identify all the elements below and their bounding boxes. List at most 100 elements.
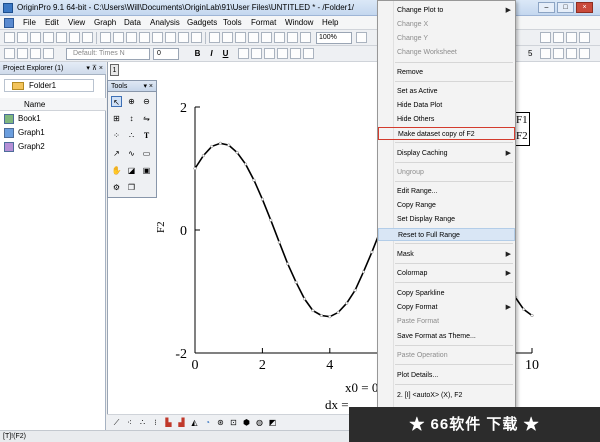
x-axis-label-line2[interactable]: dx = — [325, 397, 349, 412]
new-workbook-icon[interactable] — [17, 32, 28, 43]
pie-chart-icon[interactable]: ◔ — [202, 418, 213, 428]
data-point[interactable] — [210, 144, 214, 148]
zoom-out-toolbar-icon[interactable] — [300, 32, 311, 43]
data-point[interactable] — [244, 162, 248, 166]
data-point[interactable] — [336, 310, 340, 314]
screen-reader-icon[interactable]: ⊞ — [111, 113, 122, 124]
line-plot-icon[interactable]: ⟋ — [111, 418, 122, 428]
y-axis-label[interactable]: F2 — [155, 221, 167, 233]
fit-page-icon[interactable] — [356, 32, 367, 43]
surface-plot-icon[interactable]: ◩ — [267, 418, 278, 428]
data-point[interactable] — [235, 150, 239, 155]
new-notes-icon[interactable] — [82, 32, 93, 43]
subscript-icon[interactable] — [251, 48, 262, 59]
align-icon[interactable] — [303, 48, 314, 59]
line-symbol-plot-icon[interactable]: ∴ — [137, 418, 148, 428]
menu-edit-range[interactable]: Edit Range... — [378, 185, 515, 198]
data-point[interactable] — [530, 313, 534, 318]
data-point[interactable] — [345, 301, 349, 305]
hand-icon[interactable]: ✋ — [111, 165, 122, 176]
zoom-combo[interactable]: 100% — [316, 32, 352, 44]
menu-view[interactable]: View — [68, 18, 85, 27]
text-icon[interactable]: T — [141, 130, 152, 141]
data-reader-icon[interactable]: ↕ — [126, 113, 137, 124]
menu-remove[interactable]: Remove — [378, 66, 515, 79]
menu-tools[interactable]: Tools — [223, 18, 242, 27]
fill-color-icon[interactable] — [553, 48, 564, 59]
batch-plot-icon[interactable] — [235, 32, 246, 43]
new-layout-icon[interactable] — [69, 32, 80, 43]
import-icon[interactable] — [165, 32, 176, 43]
menu-set-as-active[interactable]: Set as Active — [378, 85, 515, 98]
menu-format[interactable]: Format — [251, 18, 276, 27]
pointer-icon[interactable]: ↖ — [111, 96, 122, 107]
menu-window[interactable]: Window — [285, 18, 313, 27]
rectangle-icon[interactable]: ▭ — [141, 148, 152, 159]
menu-data[interactable]: Data — [124, 18, 141, 27]
document-menu-icon[interactable] — [4, 18, 14, 28]
data-point[interactable] — [201, 154, 205, 158]
data-draw-icon[interactable]: ∴ — [126, 130, 137, 141]
menu-hide-data-plot[interactable]: Hide Data Plot — [378, 99, 515, 112]
tree-item-book1[interactable]: Book1 — [4, 113, 41, 125]
increase-font-icon[interactable] — [277, 48, 288, 59]
data-point[interactable] — [193, 166, 197, 171]
tree-item-graph1[interactable]: Graph1 — [4, 127, 45, 139]
refresh-icon[interactable] — [274, 32, 285, 43]
open-template-icon[interactable] — [113, 32, 124, 43]
menu-copy-format[interactable]: Copy Format ▶ — [378, 301, 515, 314]
script-window-icon[interactable] — [579, 32, 590, 43]
axis-icon[interactable] — [30, 48, 41, 59]
data-point[interactable] — [286, 262, 290, 266]
origin-app-icon[interactable] — [3, 3, 13, 13]
results-log-icon[interactable] — [553, 32, 564, 43]
3d-plot-icon[interactable]: ⬢ — [241, 418, 252, 428]
region-icon[interactable]: ⁘ — [111, 130, 122, 141]
menu-set-display-range[interactable]: Set Display Range — [378, 213, 515, 226]
zoom-in-icon[interactable]: ⊕ — [126, 96, 137, 107]
area-plot-icon[interactable]: ◭ — [189, 418, 200, 428]
menu-hide-others[interactable]: Hide Others — [378, 113, 515, 126]
menu-mask[interactable]: Mask ▶ — [378, 248, 515, 261]
close-button[interactable]: × — [576, 2, 593, 13]
font-size-combo[interactable]: 0 — [153, 48, 179, 60]
copy-icon[interactable]: ❐ — [126, 182, 137, 193]
bar-plot-icon[interactable]: ▟ — [176, 418, 187, 428]
explorer-pin-close-icon[interactable]: ▾ ⊼ × — [86, 62, 103, 75]
data-point[interactable] — [311, 309, 315, 313]
layer-icon[interactable] — [4, 48, 15, 59]
menu-plot-details[interactable]: Plot Details... — [378, 369, 515, 382]
name-column-header[interactable]: Name — [0, 98, 106, 111]
new-matrix-icon[interactable] — [43, 32, 54, 43]
graph-legend[interactable]: F1 F2 — [514, 112, 530, 146]
minimize-button[interactable]: – — [538, 2, 555, 13]
code-builder-icon[interactable] — [540, 32, 551, 43]
menu-save-format-as-theme[interactable]: Save Format as Theme... — [378, 330, 515, 343]
export-graph-icon[interactable] — [261, 32, 272, 43]
save-icon[interactable] — [139, 32, 150, 43]
line-width-value[interactable]: 5 — [528, 49, 532, 58]
save-template-icon[interactable] — [152, 32, 163, 43]
data-point[interactable] — [361, 270, 366, 274]
font-combo[interactable]: Default: Times N — [66, 48, 150, 60]
zoom-in-toolbar-icon[interactable] — [287, 32, 298, 43]
greek-icon[interactable] — [264, 48, 275, 59]
new-project-icon[interactable] — [4, 32, 15, 43]
import-ascii-icon[interactable] — [191, 32, 202, 43]
template-icon[interactable]: ⊡ — [228, 418, 239, 428]
data-point[interactable] — [522, 307, 526, 311]
menu-graph[interactable]: Graph — [94, 18, 116, 27]
arrow-icon[interactable]: ↗ — [111, 148, 122, 159]
data-selector-icon[interactable]: ⇋ — [141, 113, 152, 124]
graph-object-icon[interactable]: ⚙ — [111, 182, 122, 193]
dot-plot-icon[interactable]: ⁝ — [150, 418, 161, 428]
menu-plot-entry[interactable]: 2. [I] <autoX> (X), F2 — [378, 389, 515, 402]
menu-copy-sparkline[interactable]: Copy Sparkline — [378, 287, 515, 300]
folder-row[interactable]: Folder1 — [4, 79, 94, 92]
open-excel-icon[interactable] — [126, 32, 137, 43]
column-plot-icon[interactable]: ▙ — [163, 418, 174, 428]
x-axis-label-line1[interactable]: x0 = 0 — [345, 380, 378, 395]
grid-icon[interactable] — [43, 48, 54, 59]
tools-close-icon[interactable]: ▾ × — [143, 81, 153, 92]
new-function-icon[interactable] — [56, 32, 67, 43]
